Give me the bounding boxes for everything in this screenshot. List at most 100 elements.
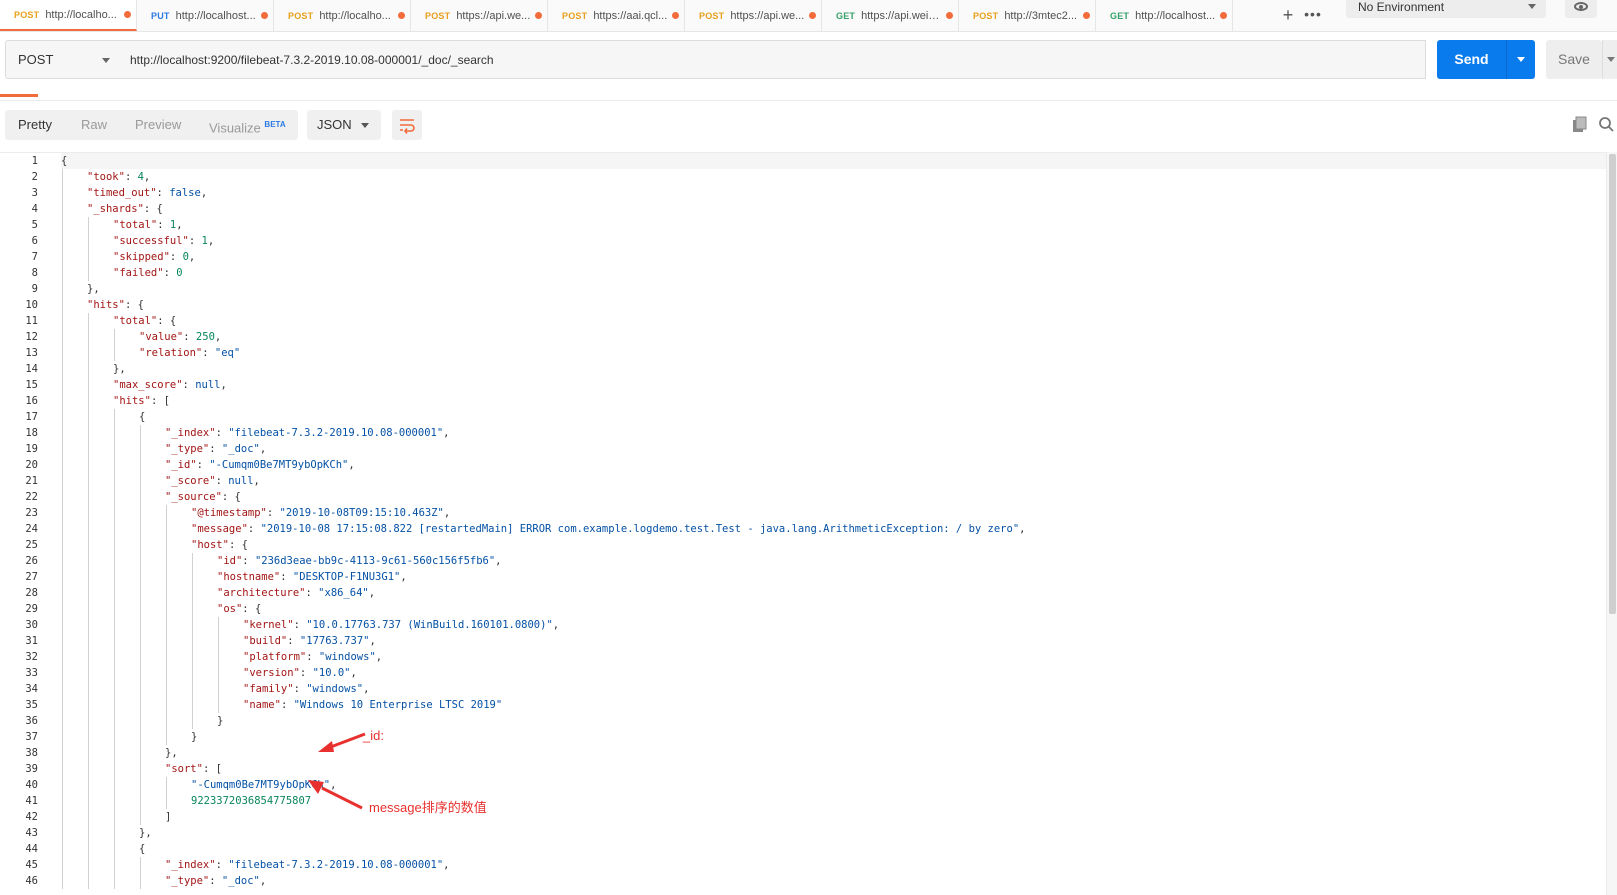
beta-badge: BETA: [264, 120, 286, 129]
indent-guide: [62, 377, 63, 393]
indent-guide: [140, 521, 141, 537]
indent-guide: [88, 537, 89, 553]
code-token: "architecture": [217, 587, 306, 599]
request-tab[interactable]: POST http://localho...: [0, 0, 137, 31]
response-body[interactable]: 1 2 3 4 5 6 7 8 9 10 11 12 13 14 15 16 17 18 19 20 21 22 23 24 2…: [0, 152, 1617, 895]
code-token: :: [215, 427, 229, 439]
indent-guide: [88, 457, 89, 473]
code-line: "architecture": "x86_64",: [61, 585, 1606, 601]
request-tab[interactable]: POST https://api.we...: [411, 0, 548, 31]
code-token: false: [169, 187, 201, 199]
line-number: 30: [25, 619, 38, 631]
indent-guide: [62, 633, 63, 649]
format-select[interactable]: JSON: [307, 110, 381, 140]
copy-icon[interactable]: [1572, 116, 1588, 134]
request-tab[interactable]: POST https://api.we...: [685, 0, 822, 31]
indent-guide: [218, 665, 219, 681]
line-number: 2: [31, 171, 38, 183]
code-token: ,: [207, 235, 215, 247]
wrap-icon[interactable]: [392, 110, 422, 140]
tab-method: POST: [562, 10, 588, 21]
line-number: 19: [25, 443, 38, 455]
code-token: :: [293, 683, 307, 695]
scrollbar-thumb[interactable]: [1609, 154, 1616, 614]
indent-guide: [140, 857, 141, 873]
indent-guide: [140, 569, 141, 585]
indent-guide: [62, 857, 63, 873]
indent-guide: [62, 185, 63, 201]
code-line: {: [61, 153, 1606, 169]
send-options-button[interactable]: [1506, 40, 1535, 79]
code-token: "_shards": [87, 203, 144, 215]
code-token: :: [299, 667, 313, 679]
line-number: 41: [25, 795, 38, 807]
method-select[interactable]: POST: [5, 40, 121, 79]
indent-guide: [114, 601, 115, 617]
code-token: :: [215, 475, 229, 487]
line-number: 13: [25, 347, 38, 359]
plus-icon[interactable]: +: [1278, 4, 1298, 26]
code-token: :: [188, 235, 202, 247]
indent-guide: [62, 569, 63, 585]
request-bar: POST Send Save: [0, 32, 1617, 92]
line-number: 24: [25, 523, 38, 535]
url-input[interactable]: [120, 40, 1426, 79]
code-token: "10.0": [312, 667, 351, 679]
indent-guide: [88, 409, 89, 425]
indent-guide: [88, 473, 89, 489]
indent-guide: [88, 617, 89, 633]
vertical-scrollbar[interactable]: [1606, 152, 1617, 895]
tab-visualize[interactable]: Visualize BETA: [209, 110, 286, 140]
eye-icon[interactable]: [1565, 0, 1597, 18]
code-token: ,: [369, 635, 376, 647]
code-line: },: [61, 745, 1606, 761]
search-icon[interactable]: [1598, 116, 1614, 134]
indent-guide: [88, 681, 89, 697]
request-tab[interactable]: GET https://api.weix...: [822, 0, 959, 31]
unsaved-dot-icon: [1083, 12, 1090, 19]
indent-guide: [114, 825, 115, 841]
save-button[interactable]: Save: [1546, 40, 1602, 79]
line-number: 11: [25, 315, 38, 327]
request-tab[interactable]: POST http://3mtec2...: [959, 0, 1096, 31]
request-tab[interactable]: POST http://localho...: [274, 0, 411, 31]
tab-raw[interactable]: Raw: [81, 110, 107, 140]
code-line: "_type": "_doc",: [61, 873, 1606, 889]
save-options-button[interactable]: [1602, 40, 1617, 79]
code-token: ,: [214, 331, 222, 343]
indent-guide: [192, 665, 193, 681]
format-label: JSON: [317, 117, 352, 132]
request-tab[interactable]: PUT http://localhost...: [137, 0, 274, 31]
tab-pretty[interactable]: Pretty: [18, 110, 52, 140]
tab-preview[interactable]: Preview: [135, 110, 181, 140]
code-token: },: [165, 747, 178, 759]
indent-guide: [114, 345, 115, 361]
code-token: :: [287, 635, 300, 647]
code-token: ,: [443, 427, 450, 439]
code-token: :: [280, 699, 294, 711]
code-token: null: [195, 379, 221, 391]
line-number: 40: [25, 779, 38, 791]
code-token: "2019-10-08T09:15:10.463Z": [279, 507, 444, 519]
code-token: "name": [243, 699, 281, 711]
line-number: 22: [25, 491, 38, 503]
indent-guide: [218, 649, 219, 665]
indent-guide: [88, 665, 89, 681]
request-tab[interactable]: GET http://localhost...: [1096, 0, 1233, 31]
environment-select[interactable]: No Environment: [1346, 0, 1546, 18]
indent-guide: [166, 793, 167, 809]
indent-guide: [62, 809, 63, 825]
unsaved-dot-icon: [398, 12, 405, 19]
send-button[interactable]: Send: [1437, 40, 1506, 79]
code-token: "-Cumqm0Be7MT9ybOpKCh": [209, 459, 349, 471]
indent-guide: [62, 249, 63, 265]
code-line: }: [61, 713, 1606, 729]
indent-guide: [62, 601, 63, 617]
more-icon[interactable]: •••: [1302, 4, 1324, 26]
request-tab[interactable]: POST https://aai.qcl...: [548, 0, 685, 31]
indent-guide: [62, 537, 63, 553]
code-token: "_index": [165, 859, 216, 871]
code-line: "_type": "_doc",: [61, 441, 1606, 457]
code-token: 250: [195, 331, 215, 343]
tab-url: https://api.we...: [730, 9, 805, 22]
